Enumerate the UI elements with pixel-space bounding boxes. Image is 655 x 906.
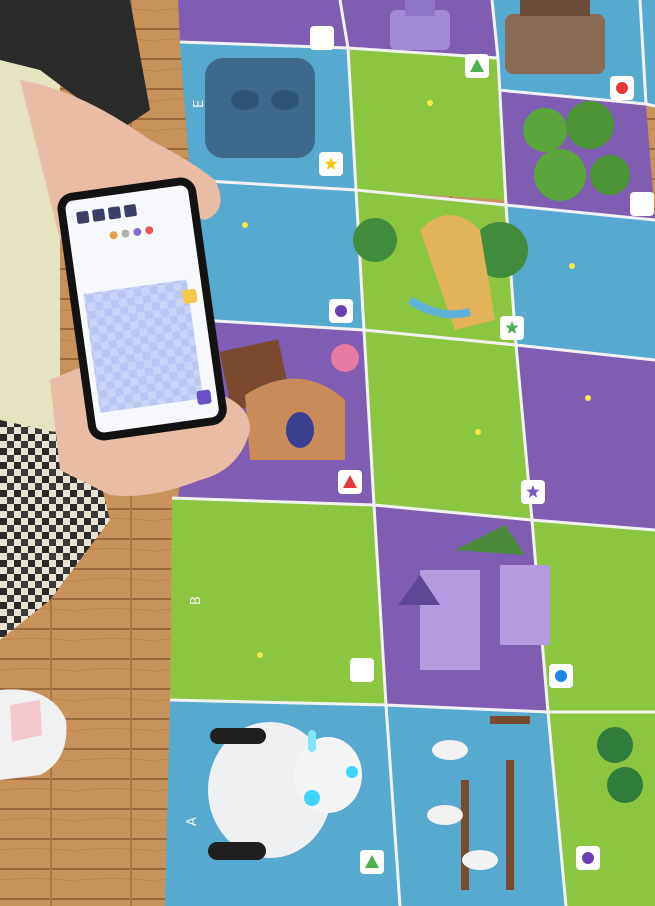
sound-block-icon[interactable] (182, 288, 198, 304)
moon-badge-icon (350, 658, 374, 682)
stop-icon[interactable] (92, 208, 106, 222)
well-illustration (505, 0, 605, 74)
triangle-badge-icon (338, 470, 362, 494)
star-badge-icon (521, 480, 545, 504)
reset-icon[interactable] (123, 204, 138, 218)
circle-badge-icon (549, 664, 573, 688)
mat-row-label-e: E (192, 100, 207, 108)
circle-badge-icon (576, 846, 600, 870)
star-badge-icon (500, 316, 524, 340)
moon-badge-icon (310, 26, 334, 50)
circle-badge-icon (329, 299, 353, 323)
circle-badge-icon (610, 76, 634, 100)
star-badge-icon (319, 152, 343, 176)
mat-row-label-b: B (189, 596, 204, 605)
mat-row-label-a: A (185, 817, 200, 826)
robot-eye-icon (304, 790, 320, 806)
triangle-badge-icon (360, 850, 384, 874)
ogre-face-illustration (205, 58, 315, 158)
menu-icon[interactable] (76, 210, 90, 225)
delete-icon[interactable] (196, 389, 212, 405)
play-icon[interactable] (107, 206, 122, 220)
photo-scene: E B A (0, 0, 655, 906)
photo-svg: E B A (0, 0, 655, 906)
robot-eye-icon (346, 766, 358, 778)
triangle-badge-icon (465, 54, 489, 78)
moon-badge-icon (630, 192, 654, 216)
